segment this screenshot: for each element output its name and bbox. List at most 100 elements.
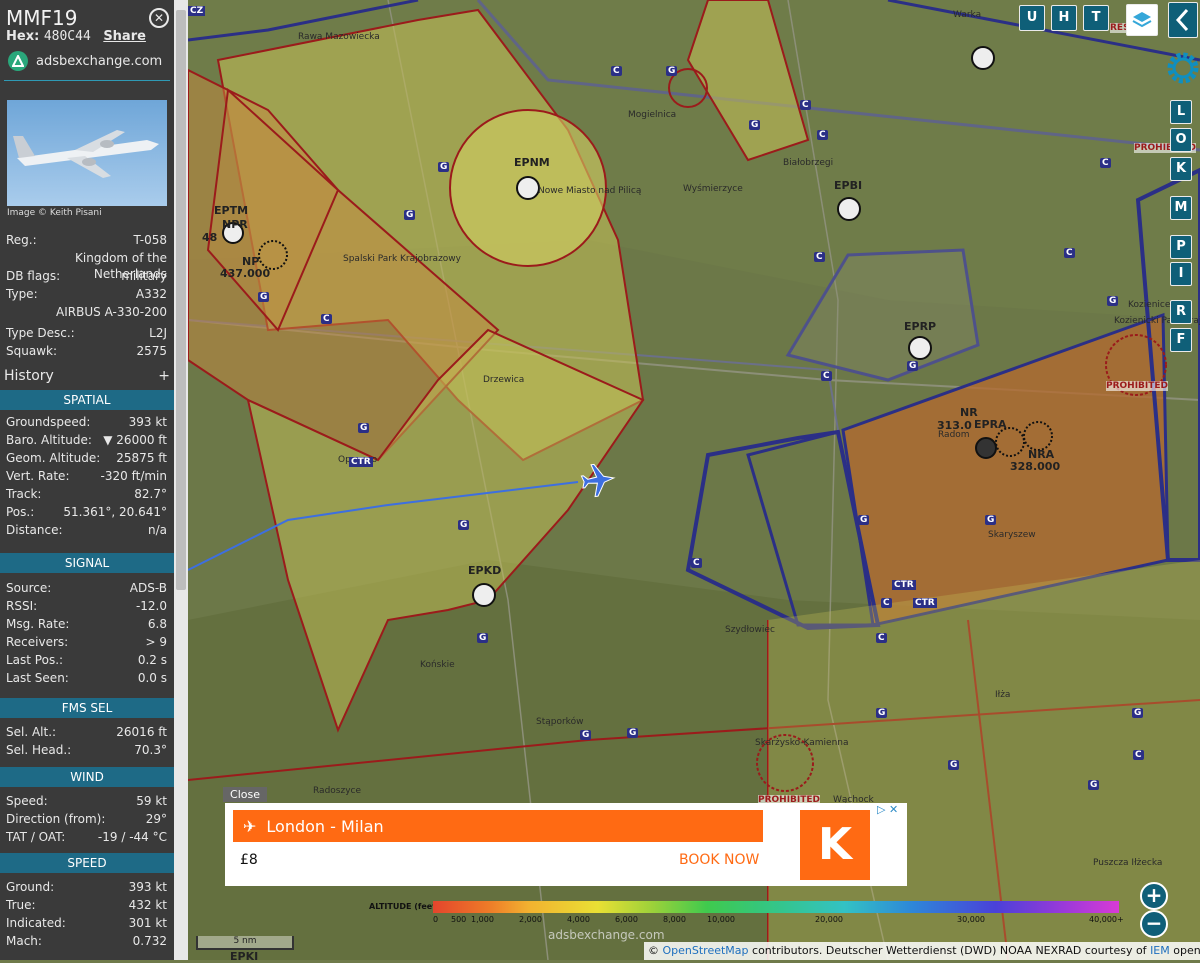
altitude-gradient — [433, 901, 1119, 913]
toggle-o-button[interactable]: O — [1170, 128, 1192, 152]
airspace-class-c: C — [817, 130, 828, 140]
navaid-nr[interactable]: NR — [960, 406, 978, 419]
place-label: Kozienice — [1128, 300, 1171, 310]
section-wind[interactable]: WIND — [0, 767, 174, 787]
airfield-eprp[interactable]: EPRP — [904, 320, 936, 333]
typedesc-row: Type Desc.: L2J — [6, 326, 167, 340]
watermark: adsbexchange.com — [548, 928, 665, 942]
chevron-left-icon[interactable] — [1168, 2, 1198, 38]
toggle-r-button[interactable]: R — [1170, 300, 1192, 324]
place-label: Drzewica — [483, 375, 525, 385]
divider — [4, 80, 170, 81]
place-label: Spalski Park Krajobrazowy — [343, 254, 461, 264]
sidebar-scrollbar[interactable] — [174, 0, 188, 960]
airspace-class-c: C — [814, 252, 825, 262]
airfield-eptm[interactable]: EPTM — [214, 204, 248, 217]
airfield-epbi[interactable]: EPBI — [834, 179, 862, 192]
toggle-u-button[interactable]: U — [1019, 5, 1045, 31]
airspace-class-g: G — [458, 520, 470, 530]
toggle-i-button[interactable]: I — [1170, 262, 1192, 286]
spatial-row: Geom. Altitude: 25875 ft — [6, 451, 167, 465]
zoom-out-button[interactable]: − — [1140, 910, 1168, 938]
adchoices-icon[interactable]: ▷ ✕ — [877, 803, 898, 816]
navaid-npr[interactable]: NPR — [222, 218, 248, 231]
airfield-epki[interactable]: EPKI — [230, 950, 258, 963]
altitude-tick: 2,000 — [519, 915, 542, 924]
osm-link[interactable]: OpenStreetMap — [663, 944, 749, 957]
toggle-m-button[interactable]: M — [1170, 196, 1192, 220]
signal-row: Msg. Rate: 6.8 — [6, 617, 167, 631]
layers-icon[interactable] — [1126, 4, 1158, 36]
section-speed[interactable]: SPEED — [0, 853, 174, 873]
signal-row: Receivers: > 9 — [6, 635, 167, 649]
section-fms[interactable]: FMS SEL — [0, 698, 174, 718]
airplane-icon: ✈ — [243, 816, 257, 836]
airspace-class-g: G — [404, 210, 416, 220]
airspace-class-g: G — [477, 633, 489, 643]
navaid-nr-freq: 313.0 — [937, 419, 972, 432]
adsbx-logo-icon — [8, 51, 28, 71]
aircraft-photo[interactable] — [7, 100, 167, 206]
altitude-tick: 6,000 — [615, 915, 638, 924]
toggle-t-button[interactable]: T — [1083, 5, 1109, 31]
dbflags-row: DB flags: military — [6, 269, 167, 283]
place-label: Szydłowiec — [725, 625, 775, 635]
place-label: Nowe Miasto nad Pilicą — [538, 186, 642, 196]
toggle-f-button[interactable]: F — [1170, 328, 1192, 352]
place-label: Iłża — [995, 690, 1011, 700]
place-label: Białobrzegi — [783, 158, 834, 168]
advertisement[interactable]: ✈ London - Milan £8 BOOK NOW K ▷ ✕ — [225, 803, 907, 886]
place-label: Mogielnica — [628, 110, 677, 120]
airspace-class-g: G — [749, 120, 761, 130]
map-attribution: © OpenStreetMap contributors. Deutscher … — [644, 942, 1200, 960]
section-spatial[interactable]: SPATIAL — [0, 390, 174, 410]
airfield-epkd[interactable]: EPKD — [468, 564, 501, 577]
airspace-class-c: C — [611, 66, 622, 76]
airfield-epnm[interactable]: EPNM — [514, 156, 550, 169]
toggle-h-button[interactable]: H — [1051, 5, 1077, 31]
toggle-l-button[interactable]: L — [1170, 100, 1192, 124]
section-signal[interactable]: SIGNAL — [0, 553, 174, 573]
airspace-class-g: G — [438, 162, 450, 172]
speed-row: Indicated: 301 kt — [6, 916, 167, 930]
place-label: Warka — [953, 10, 982, 20]
hex-label: Hex: — [6, 29, 40, 44]
airspace-class-c: C — [1133, 750, 1144, 760]
airspace-class-c: C — [1064, 248, 1075, 258]
close-panel-icon[interactable]: ✕ — [149, 8, 169, 28]
ad-book-button[interactable]: BOOK NOW — [679, 852, 759, 868]
airfield-epra[interactable]: EPRA — [974, 418, 1007, 431]
prohibited-label: PROHIBITED — [1106, 381, 1169, 391]
ad-logo[interactable]: K — [800, 810, 870, 880]
spatial-row: Vert. Rate: -320 ft/min — [6, 469, 167, 483]
iem-link[interactable]: IEM — [1150, 944, 1170, 957]
toggle-p-button[interactable]: P — [1170, 235, 1192, 259]
signal-row: Source: ADS-B — [6, 581, 167, 595]
place-label: Rawa Mazowiecka — [298, 32, 380, 42]
airspace-class-g: G — [948, 760, 960, 770]
speed-row: True: 432 kt — [6, 898, 167, 912]
place-label: Wyśmierzyce — [683, 184, 743, 194]
ad-route-bar[interactable]: ✈ London - Milan — [233, 810, 763, 842]
wind-row: TAT / OAT: -19 / -44 °C — [6, 830, 167, 844]
airspace-class-g: G — [1088, 780, 1100, 790]
navaid-nra-freq: 328.000 — [1010, 460, 1061, 473]
aircraft-info-panel: MMF19 ✕ Hex: 480C44 Share adsbexchange.c… — [0, 0, 174, 960]
share-link[interactable]: Share — [103, 29, 146, 44]
toggle-k-button[interactable]: K — [1170, 157, 1192, 181]
gear-icon[interactable] — [1166, 48, 1200, 88]
airspace-class-g: G — [907, 361, 919, 371]
airspace-class-g: G — [858, 515, 870, 525]
ad-close-button[interactable]: Close — [223, 787, 267, 802]
airspace-class-g: G — [1132, 708, 1144, 718]
reg-row: Reg.: T-058 — [6, 233, 167, 247]
fms-row: Sel. Head.: 70.3° — [6, 743, 167, 757]
spatial-row: Track: 82.7° — [6, 487, 167, 501]
brand-link[interactable]: adsbexchange.com — [8, 50, 162, 72]
place-label: Końskie — [420, 660, 455, 670]
zoom-in-button[interactable]: + — [1140, 882, 1168, 910]
airspace-class-g: G — [985, 515, 997, 525]
ad-route: London - Milan — [266, 816, 384, 836]
hex-code: 480C44 — [43, 29, 91, 44]
history-toggle[interactable]: History + — [4, 368, 170, 384]
